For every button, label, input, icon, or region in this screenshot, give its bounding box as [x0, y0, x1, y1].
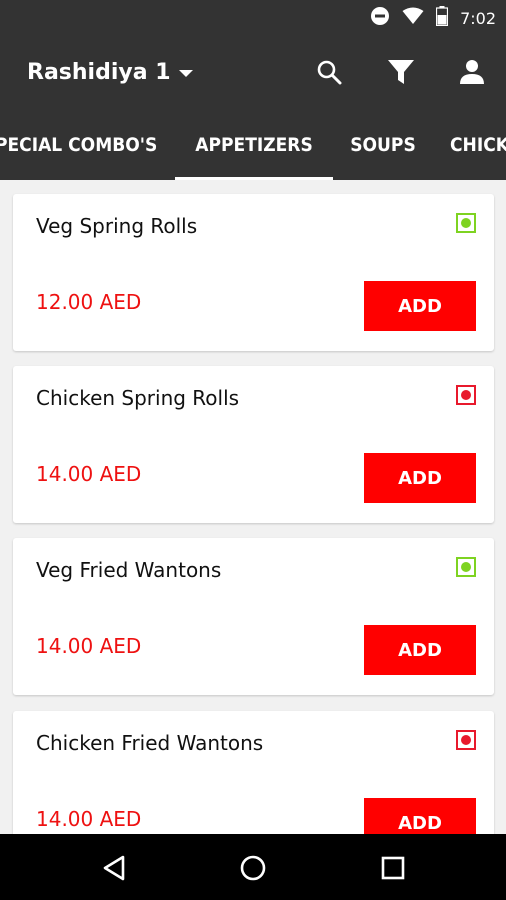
add-button[interactable]: ADD	[364, 625, 476, 675]
category-tabs: SPECIAL COMBO'S APPETIZERS SOUPS CHICKEN	[0, 110, 506, 180]
menu-list: Veg Spring Rolls 12.00 AED ADD Chicken S…	[0, 180, 506, 834]
add-button[interactable]: ADD	[364, 453, 476, 503]
item-name: Chicken Fried Wantons	[36, 731, 264, 755]
item-price: 14.00 AED	[36, 634, 142, 658]
item-price: 14.00 AED	[36, 462, 142, 486]
home-icon[interactable]	[233, 848, 273, 888]
non-veg-indicator-icon	[456, 730, 476, 750]
menu-item-card: Chicken Fried Wantons 14.00 AED ADD	[13, 711, 494, 834]
add-button[interactable]: ADD	[364, 281, 476, 331]
location-label: Rashidiya 1	[27, 59, 171, 85]
item-name: Chicken Spring Rolls	[36, 386, 240, 410]
tab-appetizers[interactable]: APPETIZERS	[175, 110, 333, 180]
menu-item-card: Veg Fried Wantons 14.00 AED ADD	[13, 538, 494, 695]
app-bar: Rashidiya 1	[0, 36, 506, 110]
menu-item-card: Chicken Spring Rolls 14.00 AED ADD	[13, 366, 494, 523]
dropdown-arrow-icon	[178, 63, 193, 82]
item-name: Veg Fried Wantons	[36, 558, 222, 582]
filter-icon[interactable]	[384, 55, 418, 89]
tab-special-combos[interactable]: SPECIAL COMBO'S	[0, 110, 170, 180]
account-icon[interactable]	[455, 55, 489, 89]
battery-icon	[435, 6, 449, 30]
system-nav-bar	[0, 834, 506, 900]
item-price: 14.00 AED	[36, 807, 142, 831]
add-button[interactable]: ADD	[364, 798, 476, 834]
recents-icon[interactable]	[373, 848, 413, 888]
menu-item-card: Veg Spring Rolls 12.00 AED ADD	[13, 194, 494, 351]
veg-indicator-icon	[456, 557, 476, 577]
item-price: 12.00 AED	[36, 290, 142, 314]
item-name: Veg Spring Rolls	[36, 214, 198, 238]
tab-chicken[interactable]: CHICKEN	[450, 110, 506, 180]
status-time: 7:02	[460, 8, 496, 28]
do-not-disturb-icon	[370, 6, 390, 30]
status-bar: 7:02	[0, 0, 506, 36]
tab-soups[interactable]: SOUPS	[336, 110, 430, 180]
location-selector[interactable]: Rashidiya 1	[27, 54, 193, 90]
search-icon[interactable]	[312, 55, 346, 89]
non-veg-indicator-icon	[456, 385, 476, 405]
wifi-icon	[402, 7, 424, 29]
veg-indicator-icon	[456, 213, 476, 233]
back-icon[interactable]	[94, 848, 134, 888]
status-icons: 7:02	[370, 0, 496, 36]
